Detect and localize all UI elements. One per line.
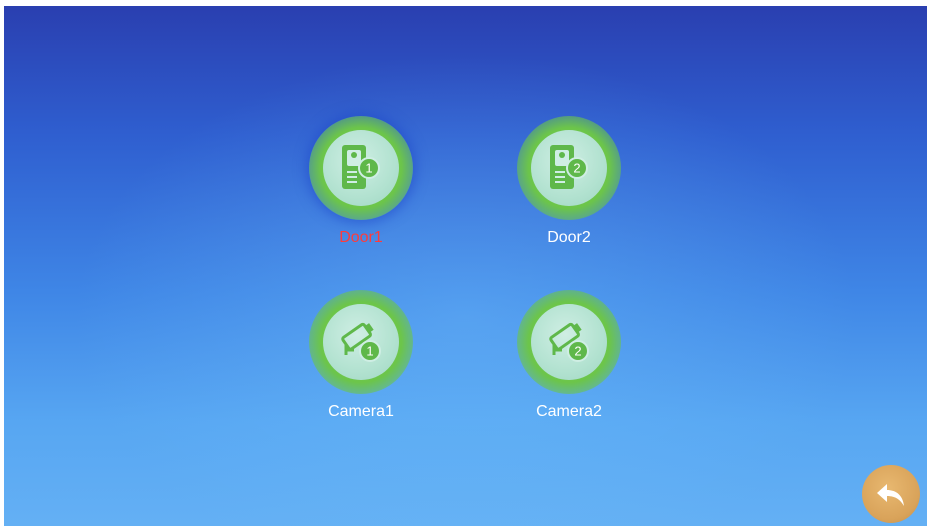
tile-camera2[interactable]: 2 Camera2 bbox=[489, 290, 649, 440]
tile-door2[interactable]: 2 Door2 bbox=[489, 116, 649, 266]
door-station-icon: 2 bbox=[550, 145, 588, 189]
svg-text:1: 1 bbox=[366, 344, 373, 359]
monitor-screen: 1 Door1 2 Door2 1 Camera1 2 Camera2 bbox=[4, 6, 927, 526]
svg-text:1: 1 bbox=[365, 161, 372, 176]
camera1-label: Camera1 bbox=[328, 403, 394, 420]
tile-door1[interactable]: 1 Door1 bbox=[281, 116, 441, 266]
tile-camera1[interactable]: 1 Camera1 bbox=[281, 290, 441, 440]
door1-button[interactable]: 1 bbox=[309, 116, 413, 220]
camera1-button[interactable]: 1 bbox=[309, 290, 413, 394]
door2-button[interactable]: 2 bbox=[517, 116, 621, 220]
camera-icon: 2 bbox=[549, 322, 589, 362]
back-button[interactable] bbox=[862, 465, 920, 523]
door2-label: Door2 bbox=[547, 229, 591, 246]
camera2-label: Camera2 bbox=[536, 403, 602, 420]
camera-icon: 1 bbox=[341, 322, 381, 362]
svg-text:2: 2 bbox=[573, 161, 580, 176]
svg-text:2: 2 bbox=[574, 344, 581, 359]
camera2-button[interactable]: 2 bbox=[517, 290, 621, 394]
door1-label: Door1 bbox=[339, 229, 383, 246]
door-station-icon: 1 bbox=[342, 145, 380, 189]
back-arrow-icon bbox=[877, 484, 904, 506]
